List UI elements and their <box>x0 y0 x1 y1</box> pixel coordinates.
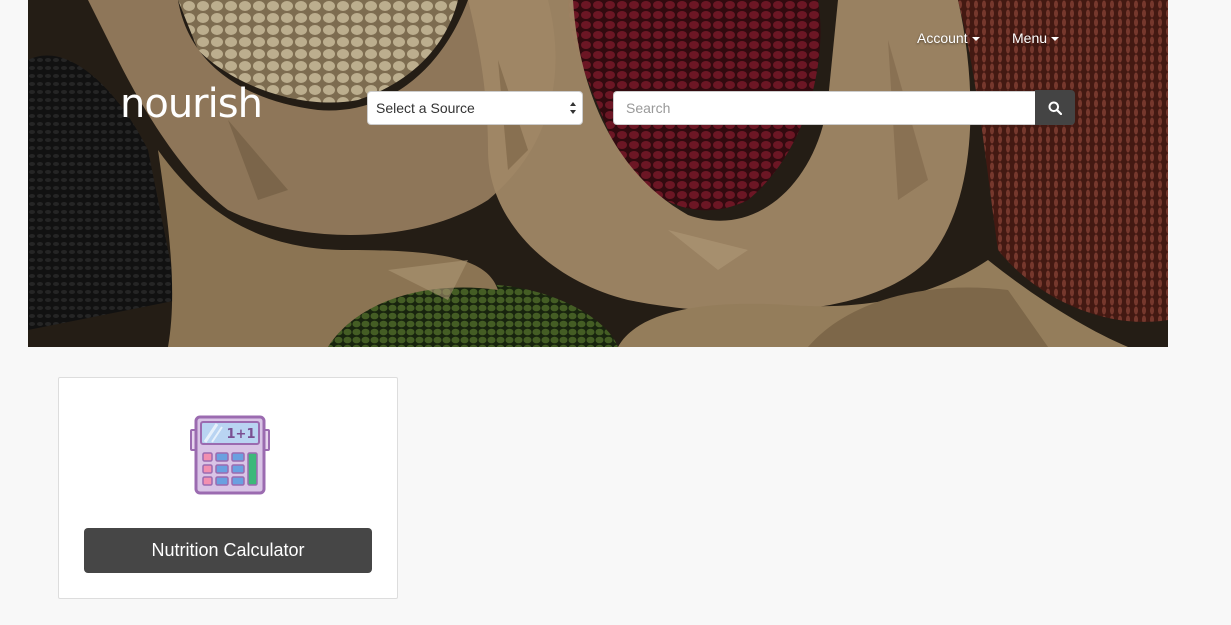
nourish-logo[interactable]: nourish <box>120 81 263 127</box>
logo-text: nourish <box>120 81 263 127</box>
caret-down-icon <box>1051 37 1060 42</box>
source-select-value: Select a Source <box>376 100 475 116</box>
menu-dropdown[interactable]: Menu <box>1012 30 1060 46</box>
search-placeholder: Search <box>626 100 671 116</box>
search-input[interactable]: Search <box>613 91 1035 125</box>
caret-down-icon <box>971 37 980 42</box>
account-dropdown[interactable]: Account <box>917 30 980 46</box>
nutrition-calculator-button[interactable]: Nutrition Calculator <box>84 528 372 573</box>
hero-banner: nourish Account Menu Select a Source Sea… <box>28 0 1168 347</box>
calculator-display-text: 1+1 <box>227 427 256 442</box>
source-select[interactable]: Select a Source <box>367 91 583 125</box>
nutrition-calculator-card: 1+1 Nutrition Calculator <box>58 377 398 599</box>
search-button[interactable] <box>1035 90 1075 125</box>
menu-label: Menu <box>1012 30 1048 46</box>
calculator-icon: 1+1 <box>189 415 271 500</box>
account-label: Account <box>917 30 968 46</box>
beans-background-image <box>28 0 1168 347</box>
search-icon <box>1048 101 1062 115</box>
select-arrows-icon <box>570 102 576 114</box>
nutrition-calculator-label: Nutrition Calculator <box>151 540 305 560</box>
